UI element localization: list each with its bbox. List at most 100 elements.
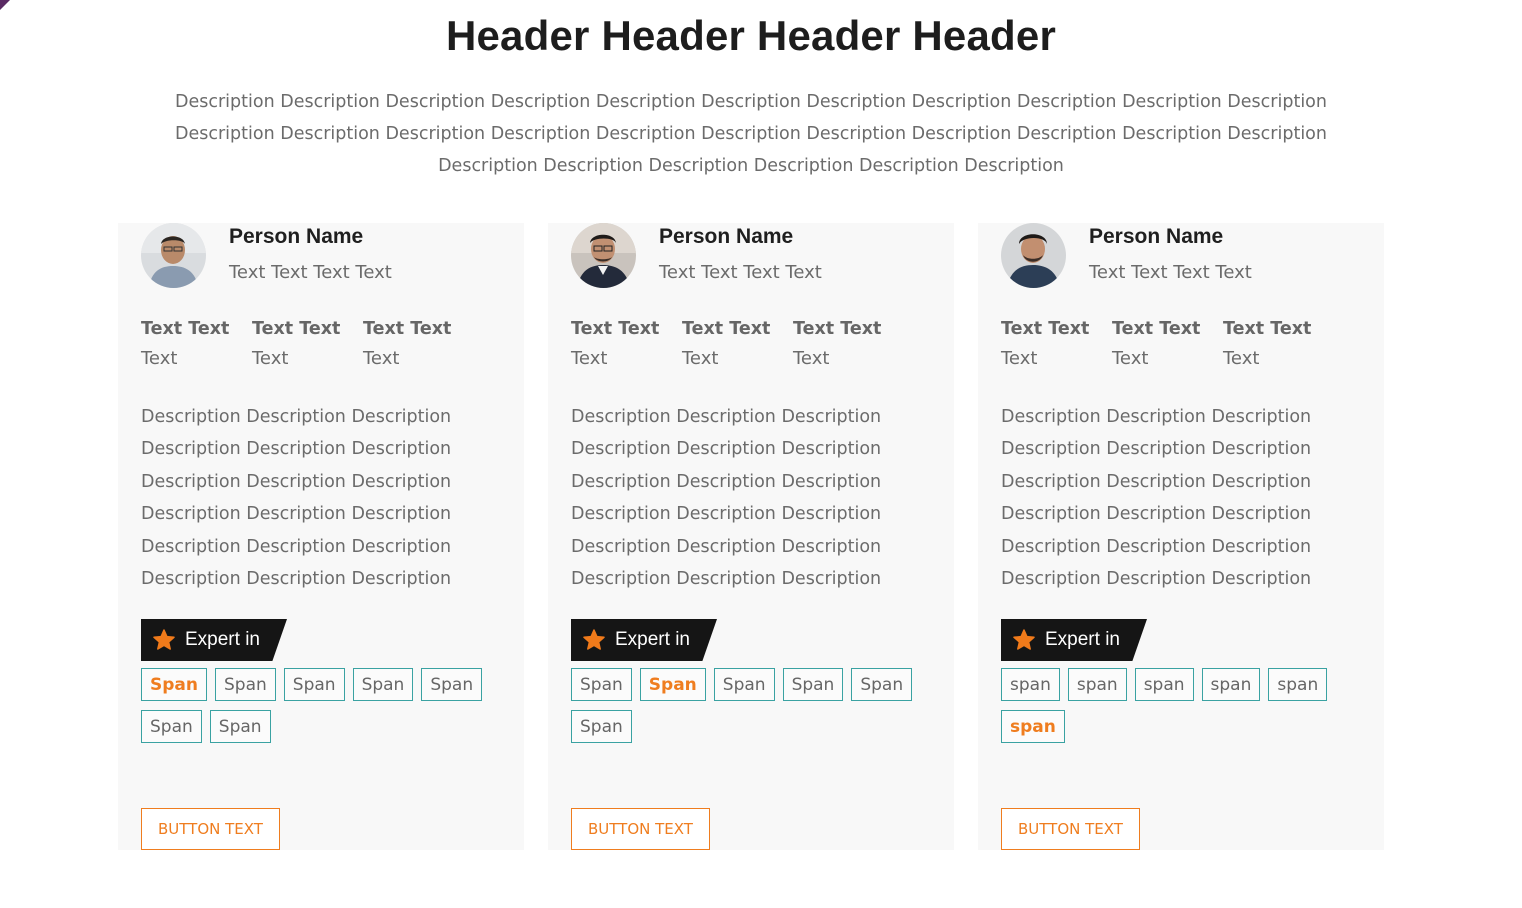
stat-label: Text Text — [1001, 319, 1090, 339]
stat-label: Text Text — [363, 319, 452, 339]
tag[interactable]: span — [1268, 668, 1328, 701]
card-description: Description Description Description Desc… — [571, 401, 901, 595]
card-description-line: Description Description Description — [141, 439, 452, 460]
card-button[interactable]: BUTTON TEXT — [141, 808, 280, 850]
tag-list: Span Span Span Span Span Span — [571, 668, 941, 752]
tag[interactable]: span — [1067, 668, 1127, 701]
stat: Text Text Text — [571, 316, 682, 376]
star-icon — [153, 629, 175, 650]
stat-value: Text — [141, 348, 178, 369]
corner-decoration — [0, 0, 10, 10]
stat-value: Text — [252, 348, 289, 369]
card-description-line: Description Description Description — [571, 407, 882, 427]
tag[interactable]: span — [1134, 668, 1194, 701]
tag[interactable]: Span — [215, 668, 276, 701]
tag[interactable]: Span — [283, 668, 345, 701]
card-description-line: Description Description Description — [141, 471, 452, 492]
tag[interactable]: Span — [713, 668, 775, 701]
tag[interactable]: Span — [782, 668, 844, 701]
card-description-line: Description Description Description — [571, 471, 882, 492]
tag[interactable]: Span — [571, 710, 632, 743]
avatar — [141, 223, 206, 288]
stat: Text Text Text — [793, 316, 904, 376]
stat-label: Text Text — [571, 319, 660, 339]
card-description-line: Description Description Description — [1001, 536, 1312, 557]
stat-value: Text — [363, 348, 400, 369]
expert-in-badge: Expert in — [1001, 619, 1147, 661]
expert-in-label: Expert in — [1045, 629, 1120, 650]
person-role: Text Text Text Text — [659, 262, 822, 283]
stat: Text Text Text — [1223, 316, 1334, 376]
stat-value: Text — [1001, 348, 1038, 369]
card-description-line: Description Description Description — [1001, 439, 1312, 460]
expert-in-label: Expert in — [615, 629, 690, 650]
expert-in-badge: Expert in — [141, 619, 287, 661]
tag-list: Span Span Span Span Span Span Span — [141, 668, 511, 752]
tag[interactable]: span — [1001, 710, 1065, 743]
card-description: Description Description Description Desc… — [141, 401, 471, 595]
card-description-line: Description Description Description — [1001, 504, 1312, 525]
tag[interactable]: Span — [209, 710, 271, 743]
tag[interactable]: Span — [571, 668, 632, 701]
stat-label: Text Text — [141, 319, 230, 339]
card-description-line: Description Description Description — [141, 536, 452, 557]
tag[interactable]: Span — [352, 668, 414, 701]
page-description: Description Description Description Desc… — [160, 86, 1342, 182]
avatar — [571, 223, 636, 288]
stat-label: Text Text — [682, 319, 771, 339]
person-card: Person Name Text Text Text Text Text Tex… — [548, 223, 954, 850]
person-name: Person Name — [229, 225, 364, 248]
stat-value: Text — [682, 348, 719, 369]
card-description-line: Description Description Description — [1001, 569, 1312, 590]
stats-row: Text Text Text Text Text Text Text Text … — [141, 316, 474, 376]
page-title: Header Header Header Header — [445, 12, 1057, 59]
stat: Text Text Text — [252, 316, 363, 376]
tag[interactable]: Span — [141, 710, 202, 743]
tag-list: span span span span span span — [1001, 668, 1371, 752]
tag[interactable]: Span — [639, 668, 706, 701]
tag[interactable]: Span — [851, 668, 913, 701]
person-name: Person Name — [1089, 225, 1224, 248]
card-description: Description Description Description Desc… — [1001, 401, 1331, 595]
stat: Text Text Text — [363, 316, 474, 376]
tag[interactable]: span — [1001, 668, 1060, 701]
card-description-line: Description Description Description — [141, 504, 452, 525]
stats-row: Text Text Text Text Text Text Text Text … — [1001, 316, 1334, 376]
stat-label: Text Text — [252, 319, 341, 339]
person-card: Person Name Text Text Text Text Text Tex… — [978, 223, 1384, 850]
expert-in-badge: Expert in — [571, 619, 717, 661]
stat-label: Text Text — [1223, 319, 1312, 339]
tag[interactable]: Span — [141, 668, 207, 701]
card-description-line: Description Description Description — [571, 439, 882, 460]
stat-value: Text — [1223, 348, 1260, 369]
stat: Text Text Text — [141, 316, 252, 376]
star-icon — [1013, 629, 1035, 650]
avatar — [1001, 223, 1066, 288]
person-card: Person Name Text Text Text Text Text Tex… — [118, 223, 524, 850]
card-description-line: Description Description Description — [1001, 407, 1312, 427]
stat-value: Text — [571, 348, 608, 369]
card-description-line: Description Description Description — [141, 569, 452, 590]
stats-row: Text Text Text Text Text Text Text Text … — [571, 316, 904, 376]
card-button[interactable]: BUTTON TEXT — [571, 808, 710, 850]
stat: Text Text Text — [1001, 316, 1112, 376]
stat-label: Text Text — [1112, 319, 1201, 339]
card-description-line: Description Description Description — [571, 504, 882, 525]
tag[interactable]: span — [1201, 668, 1261, 701]
card-description-line: Description Description Description — [141, 407, 452, 427]
expert-in-label: Expert in — [185, 629, 260, 650]
tag[interactable]: Span — [421, 668, 483, 701]
page-description-line: Description Description Description Desc… — [175, 124, 1327, 144]
stat: Text Text Text — [1112, 316, 1223, 376]
person-role: Text Text Text Text — [1089, 262, 1252, 283]
person-role: Text Text Text Text — [229, 262, 392, 283]
card-description-line: Description Description Description — [1001, 471, 1312, 492]
page-description-line: Description Description Description Desc… — [438, 156, 1064, 176]
page-description-line: Description Description Description Desc… — [175, 92, 1327, 112]
card-description-line: Description Description Description — [571, 569, 882, 590]
card-button[interactable]: BUTTON TEXT — [1001, 808, 1140, 850]
star-icon — [583, 629, 605, 650]
stat-value: Text — [793, 348, 830, 369]
card-description-line: Description Description Description — [571, 536, 882, 557]
person-name: Person Name — [659, 225, 794, 248]
